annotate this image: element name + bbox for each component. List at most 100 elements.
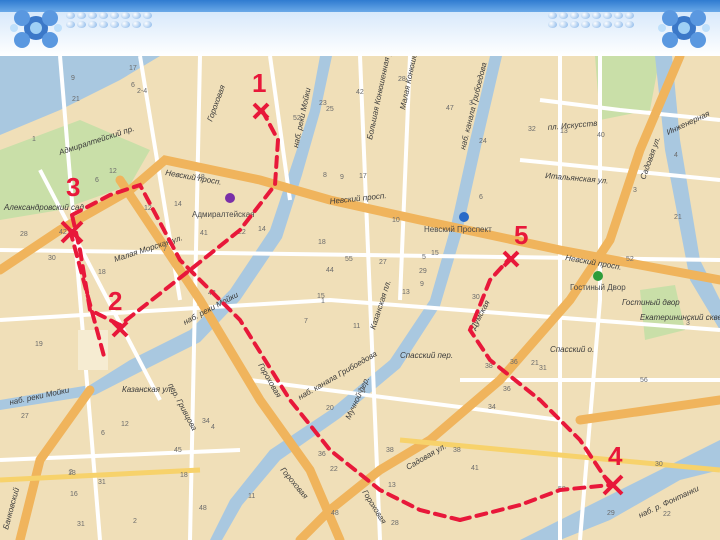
building-number: 3 (686, 320, 690, 327)
building-number: 20 (326, 405, 334, 412)
building-number: 48 (197, 174, 205, 181)
building-number: 36 (503, 386, 511, 393)
building-number: 22 (663, 511, 671, 518)
building-number: 9 (420, 281, 424, 288)
building-number: 15 (431, 250, 439, 257)
city-map[interactable]: Невский просп. Невский просп. Невский пр… (0, 56, 720, 540)
building-number: 48 (331, 510, 339, 517)
building-number: 16 (70, 491, 78, 498)
building-number: 30 (655, 461, 663, 468)
building-number: 17 (129, 65, 137, 72)
building-number: 44 (326, 267, 334, 274)
building-number: 41 (200, 230, 208, 237)
building-number: 52 (293, 115, 301, 122)
building-number: 2-4 (137, 88, 147, 95)
building-number: 4 (674, 152, 678, 159)
building-number: 9 (340, 174, 344, 181)
route-number-4: 4 (608, 441, 623, 471)
building-number: 29 (419, 268, 427, 275)
metro-m-icon (459, 212, 469, 222)
flower-ornament-left-icon (10, 10, 62, 48)
building-number: 21 (674, 214, 682, 221)
slide-header (0, 0, 720, 56)
building-number: 12 (121, 421, 129, 428)
building-number: 28 (20, 231, 28, 238)
building-number: 28 (391, 520, 399, 527)
route-number-2: 2 (108, 286, 122, 316)
building-number: 45 (174, 447, 182, 454)
street-spassky-o: Спасский о. (550, 345, 594, 354)
street-kazanskaya: Казанская ул. (122, 385, 173, 394)
building-number: 9 (71, 75, 75, 82)
beads-right (548, 12, 643, 28)
building-number: 30 (472, 294, 480, 301)
building-number: 11 (248, 493, 255, 500)
metro-m-icon (225, 193, 235, 203)
route-number-3: 3 (66, 172, 80, 202)
building-number: 13 (402, 289, 410, 296)
building-number: 31 (98, 479, 106, 486)
building-number: 3 (633, 187, 637, 194)
building-number: 52 (626, 256, 634, 263)
building-number: 34 (488, 404, 496, 411)
metro-label-gostiny: Гостиный Двор (570, 283, 626, 292)
building-number: 32 (528, 126, 536, 133)
building-number: 55 (345, 256, 353, 263)
building-number: 31 (77, 521, 85, 528)
building-number: 54 (358, 388, 366, 395)
building-number: 14 (174, 201, 182, 208)
header-bar (0, 0, 720, 12)
building-number: 18 (318, 239, 326, 246)
building-number: 28 (398, 76, 406, 83)
building-number: 19 (35, 341, 43, 348)
building-number: 21 (531, 360, 539, 367)
building-number: 38 (386, 447, 394, 454)
metro-label-nevsky: Невский Проспект (424, 225, 492, 234)
building-number: 38 (485, 363, 493, 370)
building-number: 12 (144, 205, 152, 212)
street-gostiny: Гостиный двор (622, 298, 680, 307)
building-number: 29 (607, 510, 615, 517)
building-number: 6 (479, 194, 483, 201)
building-number: 34 (202, 418, 210, 425)
building-number: 5 (422, 254, 426, 261)
street-spassky: Спасский пер. (400, 351, 453, 360)
building-number: 22 (330, 466, 338, 473)
building-number: 18 (68, 470, 76, 477)
building-number: 12 (109, 168, 117, 175)
building-number: 31 (539, 365, 547, 372)
building-number: 25 (326, 106, 334, 113)
flower-ornament-right-icon (658, 10, 710, 48)
building-number: 56 (640, 377, 648, 384)
building-number: 13 (388, 482, 396, 489)
building-number: 23 (319, 100, 327, 107)
building-number: 6 (95, 177, 99, 184)
building-number: 18 (180, 472, 188, 479)
building-number: 6 (131, 82, 135, 89)
building-number: 15 (317, 293, 325, 300)
metro-m-icon (593, 271, 603, 281)
street-ekaterininsky: Екатерининский сквер (640, 313, 720, 322)
building-number: 8 (323, 172, 327, 179)
building-number: 24 (479, 138, 487, 145)
building-number: 11 (353, 323, 360, 330)
building-number: 27 (21, 413, 29, 420)
place-aleksandrovsky-sad: Александровский сад (3, 203, 85, 212)
building-number: 27 (379, 259, 387, 266)
building-number: 17 (359, 173, 367, 180)
building-number: 40 (597, 132, 605, 139)
metro-label-admiralteyskaya: Адмиралтейская (192, 210, 255, 219)
building-number: 36 (318, 451, 326, 458)
building-number: 18 (98, 269, 106, 276)
building-number: 41 (471, 465, 479, 472)
route-number-1: 1 (252, 68, 266, 98)
building-number: 42 (59, 229, 67, 236)
building-number: 47 (446, 105, 454, 112)
building-number: 10 (392, 217, 400, 224)
route-number-5: 5 (514, 220, 528, 250)
building-number: 2 (133, 518, 137, 525)
building-number: 48 (199, 505, 207, 512)
building-number: 30 (48, 255, 56, 262)
building-number: 36 (510, 359, 518, 366)
building-number: 4 (211, 424, 215, 431)
